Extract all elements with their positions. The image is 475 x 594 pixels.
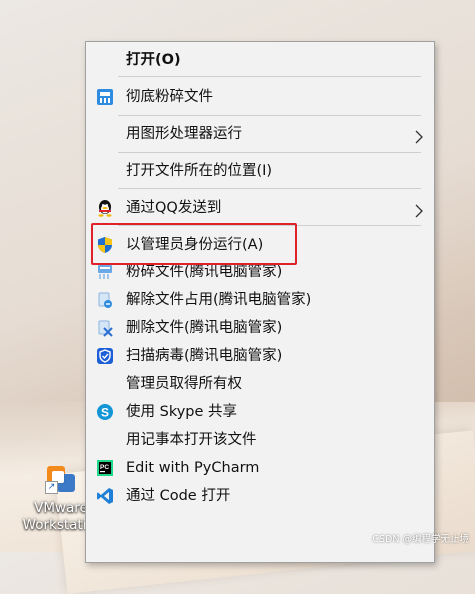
tencent-shield-icon <box>96 347 114 365</box>
qq-penguin-icon <box>96 199 114 217</box>
menu-separator <box>118 188 421 189</box>
chevron-right-icon <box>414 127 424 144</box>
watermark: CSDN @编程学无止境 <box>372 534 469 545</box>
menu-separator <box>118 76 421 77</box>
menu-item-tencent-scan[interactable]: 扫描病毒(腾讯电脑管家) <box>86 343 434 369</box>
menu-item-send-qq[interactable]: 通过QQ发送到 <box>86 195 434 221</box>
skype-icon: S <box>96 403 114 421</box>
pycharm-icon: PC <box>96 459 114 477</box>
menu-item-pycharm[interactable]: PC Edit with PyCharm <box>86 455 434 481</box>
tencent-unlock-icon <box>96 291 114 309</box>
menu-item-take-ownership[interactable]: 管理员取得所有权 <box>86 371 434 397</box>
menu-item-shred[interactable]: 彻底粉碎文件 <box>86 84 434 110</box>
menu-separator <box>118 115 421 116</box>
menu-item-tencent-delete[interactable]: 删除文件(腾讯电脑管家) <box>86 315 434 341</box>
menu-item-open-location[interactable]: 打开文件所在的位置(I) <box>86 158 434 184</box>
annotation-highlight-box <box>91 223 297 265</box>
svg-text:S: S <box>101 406 109 420</box>
menu-item-open[interactable]: 打开(O) <box>86 47 434 73</box>
context-menu: 打开(O) 彻底粉碎文件 用图形处理器运行 打开文件所在的位置(I) 通过QQ发… <box>85 41 435 563</box>
vscode-icon <box>96 487 114 505</box>
svg-text:PC: PC <box>100 464 109 471</box>
menu-item-open-notepad[interactable]: 用记事本打开该文件 <box>86 427 434 453</box>
tencent-delete-icon <box>96 319 114 337</box>
shredder-icon <box>96 88 114 106</box>
chevron-right-icon <box>414 201 424 218</box>
menu-item-tencent-unlock[interactable]: 解除文件占用(腾讯电脑管家) <box>86 287 434 313</box>
vmware-workstation-icon: ↗ <box>45 462 77 494</box>
menu-item-gpu-run[interactable]: 用图形处理器运行 <box>86 121 434 147</box>
menu-separator <box>118 152 421 153</box>
menu-item-vscode[interactable]: 通过 Code 打开 <box>86 483 434 509</box>
menu-item-skype-share[interactable]: S 使用 Skype 共享 <box>86 399 434 425</box>
tencent-shred-icon <box>96 263 114 281</box>
